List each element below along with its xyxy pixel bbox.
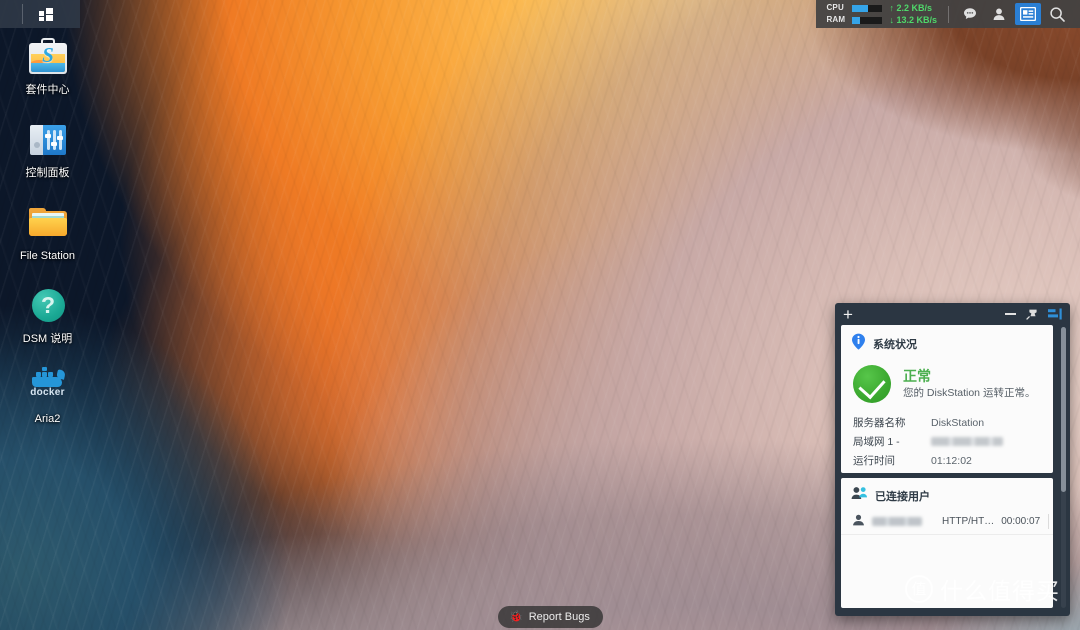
scrollbar-thumb[interactable] <box>1061 327 1066 492</box>
app-grid-icon <box>39 8 53 21</box>
desktop-icon-label: Aria2 <box>34 413 61 425</box>
add-widget-button[interactable]: + <box>843 306 853 323</box>
desktop-icon-aria2[interactable]: docker Aria2 <box>0 367 95 426</box>
info-value-redacted <box>931 437 1003 446</box>
pin-icon[interactable] <box>1026 308 1038 320</box>
info-row-lan: 局域网 1 - <box>853 432 1043 451</box>
info-value: DiskStation <box>931 416 985 429</box>
bug-icon: 🐞 <box>509 610 523 623</box>
widget-panel: + 系统状况 正常 您的 DiskStation 运转正常。 服务器名称 Dis… <box>835 303 1070 616</box>
system-status-summary: 正常 您的 DiskStation 运转正常。 <box>841 359 1053 411</box>
info-pin-icon <box>851 333 866 355</box>
desktop-icon-list: S 套件中心 控制面板 File Station ? DSM 说明 docker… <box>0 36 95 448</box>
desktop-icon-dsm-help[interactable]: ? DSM 说明 <box>0 285 95 346</box>
desktop-icon-label: File Station <box>19 250 76 262</box>
cpu-usage-bar <box>852 4 883 12</box>
widget-panel-body: 系统状况 正常 您的 DiskStation 运转正常。 服务器名称 DiskS… <box>841 325 1053 610</box>
info-row-uptime: 运行时间 01:12:02 <box>853 451 1043 470</box>
search-icon[interactable] <box>1044 3 1070 25</box>
ram-monitor-row: RAM ↓ 13.2 KB/s <box>826 15 937 25</box>
cpu-monitor-row: CPU ↑ 2.2 KB/s <box>826 3 937 13</box>
desktop-icon-label: 控制面板 <box>25 167 70 179</box>
status-description: 您的 DiskStation 运转正常。 <box>903 387 1036 399</box>
user-row-divider <box>1048 514 1050 529</box>
user-avatar-icon <box>852 513 865 531</box>
status-state: 正常 <box>903 368 931 384</box>
system-status-title: 系统状况 <box>873 339 917 351</box>
widget-panel-titlebar: + <box>835 303 1070 325</box>
taskbar: CPU ↑ 2.2 KB/s RAM ↓ 13.2 KB/s <box>0 0 1080 28</box>
docker-whale-icon: docker <box>23 367 73 410</box>
info-value: 01:12:02 <box>931 454 972 467</box>
resource-monitor-widget[interactable]: CPU ↑ 2.2 KB/s RAM ↓ 13.2 KB/s <box>826 3 946 25</box>
connected-users-title: 已连接用户 <box>875 490 930 503</box>
info-row-server-name: 服务器名称 DiskStation <box>853 413 1043 432</box>
connected-users-widget: 已连接用户 HTTP/HT… 00:00:07 ^ <box>841 478 1053 608</box>
info-key: 运行时间 <box>853 455 895 467</box>
connected-user-protocol: HTTP/HT… <box>942 516 995 527</box>
folder-icon <box>27 202 69 244</box>
user-options-icon[interactable] <box>986 3 1012 25</box>
widget-panel-scrollbar[interactable] <box>1061 327 1066 608</box>
widgets-icon[interactable] <box>1015 3 1041 25</box>
download-rate: ↓ 13.2 KB/s <box>889 15 937 25</box>
taskbar-right-cluster: CPU ↑ 2.2 KB/s RAM ↓ 13.2 KB/s <box>816 0 1080 28</box>
users-icon <box>851 486 868 505</box>
ram-label: RAM <box>826 15 846 24</box>
cpu-label: CPU <box>826 3 844 12</box>
connected-user-name-redacted <box>872 517 922 526</box>
taskbar-icon-group <box>957 3 1070 25</box>
desktop-icon-package-center[interactable]: S 套件中心 <box>0 36 95 97</box>
main-menu-button[interactable] <box>0 0 80 28</box>
system-status-header: 系统状况 <box>841 325 1053 359</box>
ram-usage-bar <box>852 16 883 24</box>
docker-wordmark: docker <box>30 387 65 398</box>
taskbar-divider <box>948 5 949 23</box>
widget-panel-controls <box>1005 308 1062 320</box>
control-panel-icon <box>27 119 69 161</box>
report-bugs-label: Report Bugs <box>528 611 590 623</box>
info-key: 服务器名称 <box>853 417 906 429</box>
connected-users-header: 已连接用户 <box>841 478 1053 509</box>
info-key: 局域网 1 - <box>853 436 900 448</box>
status-ok-check-icon <box>853 365 891 403</box>
desktop-icon-file-station[interactable]: File Station <box>0 202 95 263</box>
connected-user-row[interactable]: HTTP/HT… 00:00:07 ^ <box>841 509 1053 535</box>
upload-rate: ↑ 2.2 KB/s <box>889 3 932 13</box>
report-bugs-button[interactable]: 🐞 Report Bugs <box>498 606 603 628</box>
package-center-icon: S <box>27 36 69 78</box>
notifications-icon[interactable] <box>957 3 983 25</box>
desktop-icon-label: DSM 说明 <box>22 333 73 345</box>
system-status-widget: 系统状况 正常 您的 DiskStation 运转正常。 服务器名称 DiskS… <box>841 325 1053 473</box>
dock-right-icon[interactable] <box>1048 308 1062 320</box>
desktop-icon-control-panel[interactable]: 控制面板 <box>0 119 95 180</box>
connected-user-duration: 00:00:07 <box>1001 516 1041 527</box>
minimize-icon[interactable] <box>1005 313 1016 315</box>
system-info-list: 服务器名称 DiskStation 局域网 1 - 运行时间 01:12:02 <box>841 411 1053 470</box>
question-mark-icon: ? <box>27 285 69 327</box>
desktop-icon-label: 套件中心 <box>25 84 70 96</box>
